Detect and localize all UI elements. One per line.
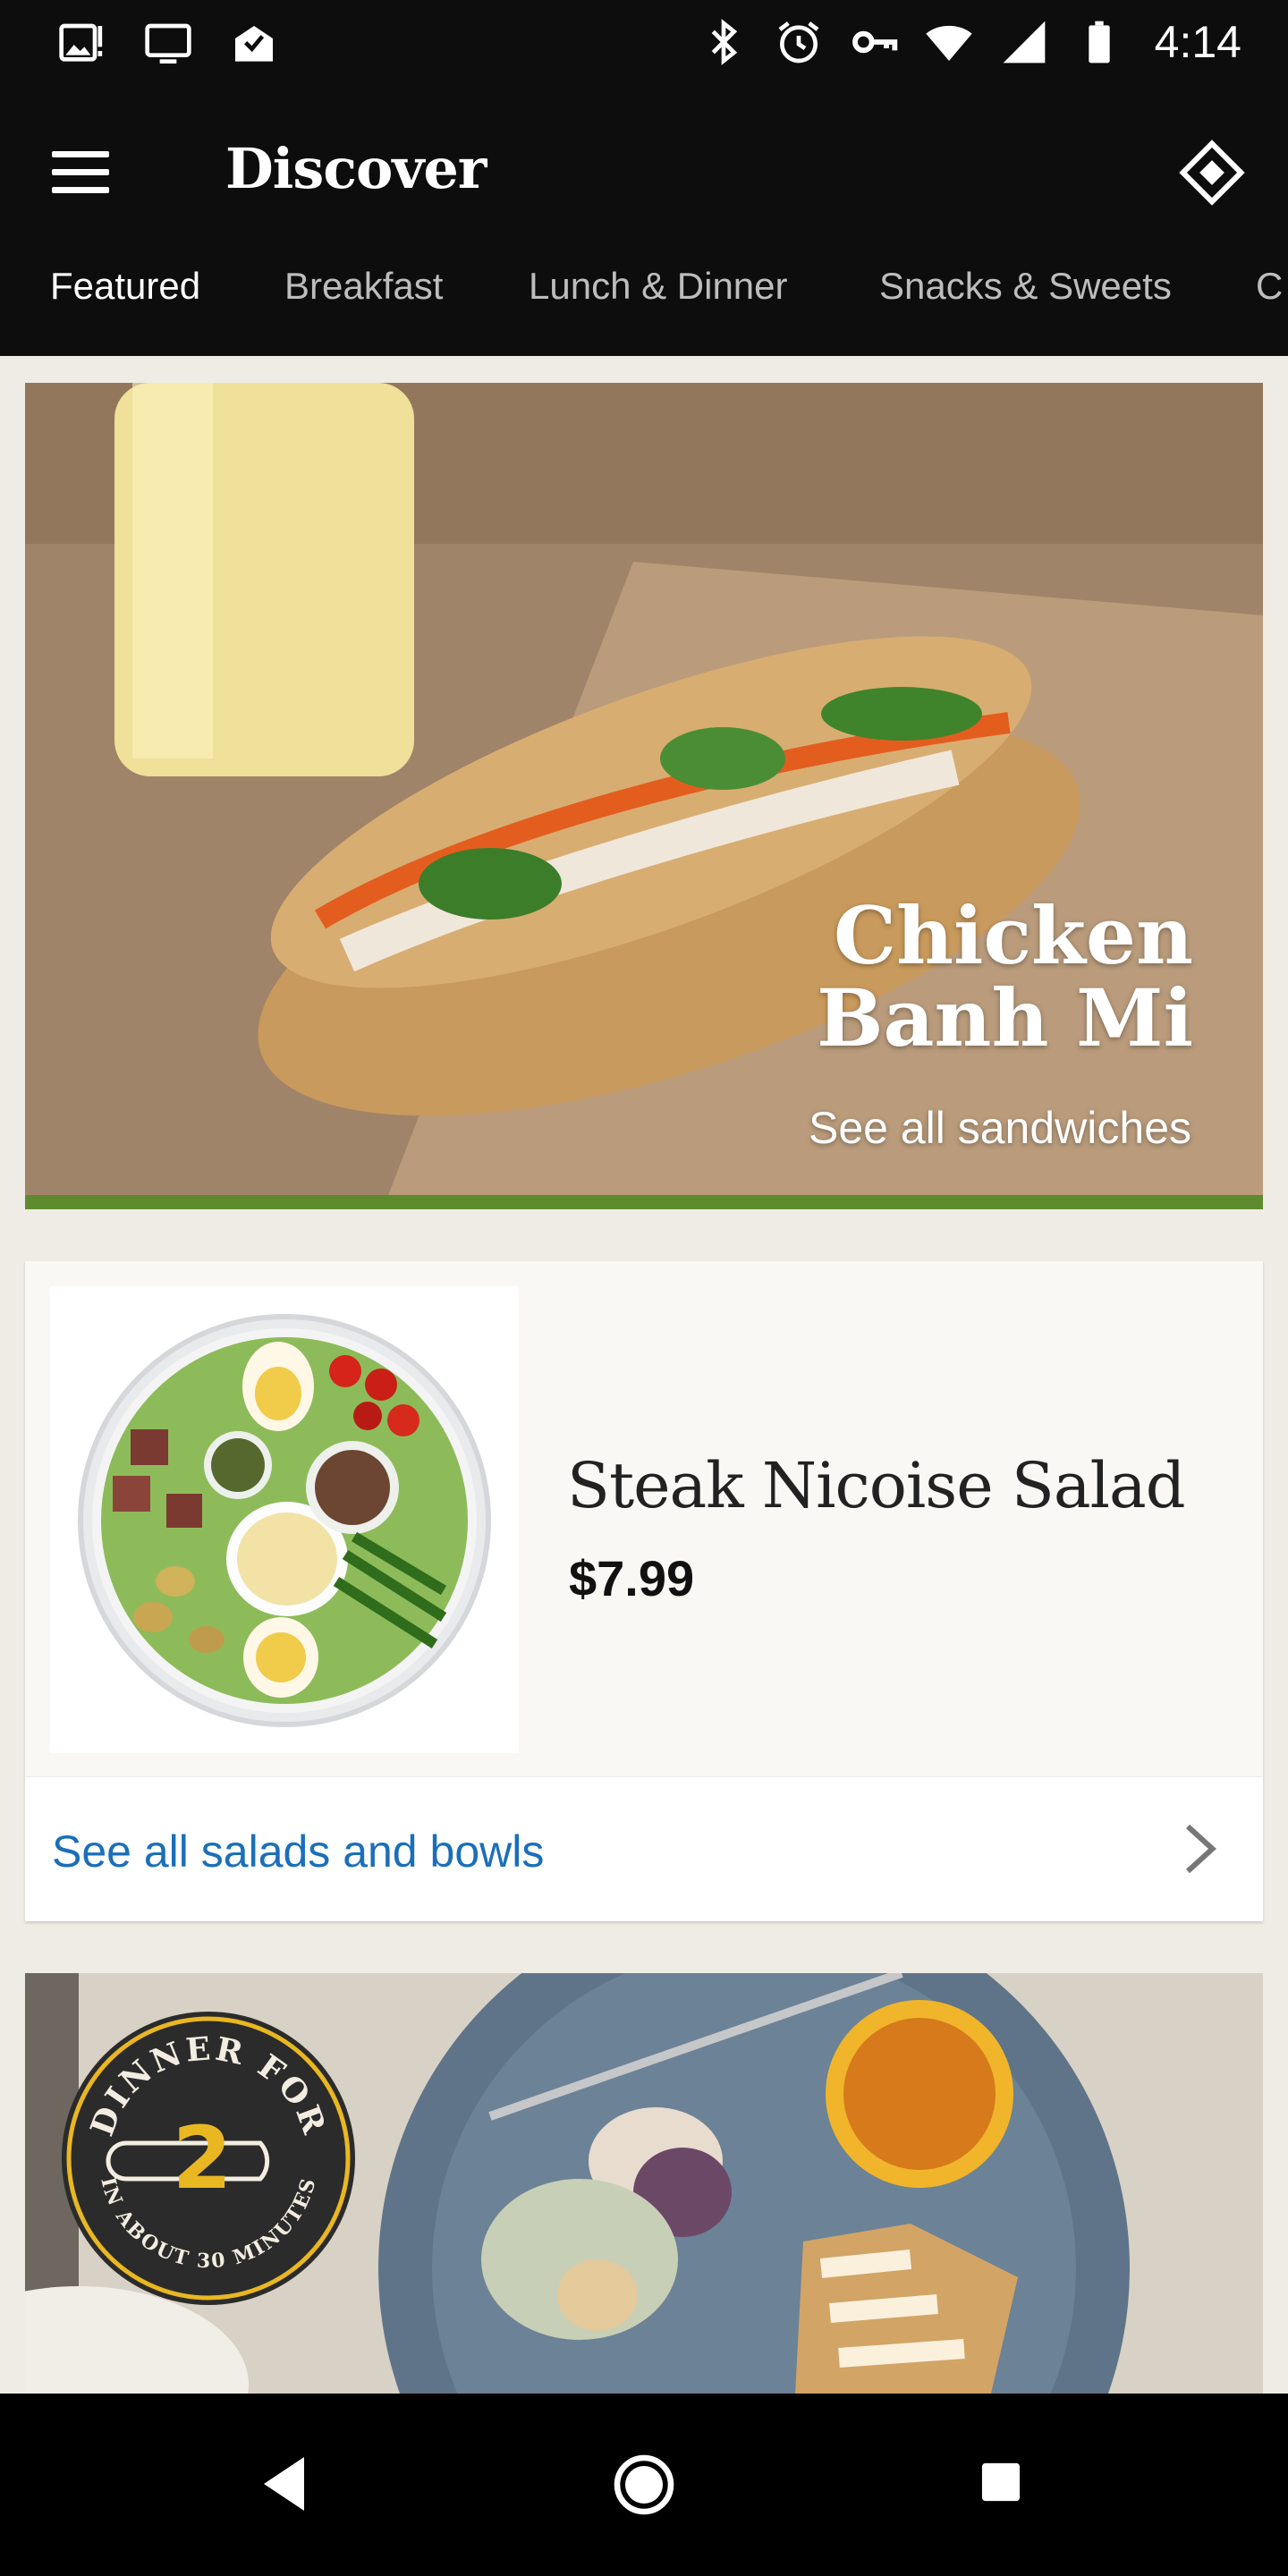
tab-featured[interactable]: Featured (50, 265, 200, 308)
sandwich-image (25, 383, 1263, 1209)
hero-card[interactable]: Chicken Banh Mi See all sandwiches (25, 383, 1263, 1209)
battery-icon (1089, 21, 1110, 64)
status-time: 4:14 (1154, 17, 1241, 67)
tab-breakfast[interactable]: Breakfast (284, 265, 443, 308)
see-all-salads-link[interactable]: See all salads and bowls (25, 1776, 1263, 1921)
recent-apps-icon[interactable] (980, 2462, 1021, 2503)
tab-snacks-sweets[interactable]: Snacks & Sweets (879, 265, 1172, 308)
menu-icon[interactable] (52, 143, 123, 206)
page-title: Discover (225, 136, 487, 201)
mail-check-icon (235, 26, 273, 62)
status-bar: 4:14 (0, 0, 1288, 89)
badge-number: 2 (173, 2108, 233, 2208)
tab-truncated[interactable]: C (1256, 265, 1283, 308)
vpn-key-icon (852, 30, 897, 54)
product-card: Steak Nicoise Salad $7.99 See all salads… (25, 1261, 1263, 1921)
dinner-for-two-card[interactable]: DINNER FOR IN ABOUT 30 MINUTES 2 (25, 1973, 1263, 2394)
app-bar: Discover Featured Breakfast Lunch & Dinn… (0, 89, 1288, 356)
cell-signal-icon (1003, 21, 1046, 64)
hero-title-line1: Chicken (834, 889, 1193, 982)
hero-title-line2: Banh Mi (817, 971, 1193, 1064)
cast-icon (145, 23, 191, 64)
directions-diamond-icon[interactable] (1179, 140, 1245, 206)
hero-subtitle: See all sandwiches (808, 1103, 1191, 1153)
system-nav-bar (0, 2394, 1288, 2576)
salad-image (50, 1286, 519, 1753)
chevron-right-icon (1185, 1824, 1216, 1874)
product-price: $7.99 (569, 1550, 695, 1606)
alarm-icon (778, 21, 819, 64)
home-icon[interactable] (612, 2453, 676, 2517)
hero-accent-bar (25, 1195, 1263, 1209)
wifi-icon (926, 25, 972, 61)
tab-lunch-dinner[interactable]: Lunch & Dinner (529, 265, 788, 308)
dinner-for-two-badge: DINNER FOR IN ABOUT 30 MINUTES 2 (62, 2012, 355, 2305)
hero-title: Chicken Banh Mi (817, 894, 1193, 1059)
back-icon[interactable] (259, 2453, 313, 2515)
image-alert-icon (59, 23, 103, 62)
product-item[interactable]: Steak Nicoise Salad $7.99 (25, 1261, 1263, 1776)
bluetooth-icon (711, 19, 737, 65)
category-tabs: Featured Breakfast Lunch & Dinner Snacks… (0, 265, 1288, 327)
see-all-label: See all salads and bowls (52, 1826, 545, 1877)
product-name: Steak Nicoise Salad (567, 1449, 1186, 1522)
